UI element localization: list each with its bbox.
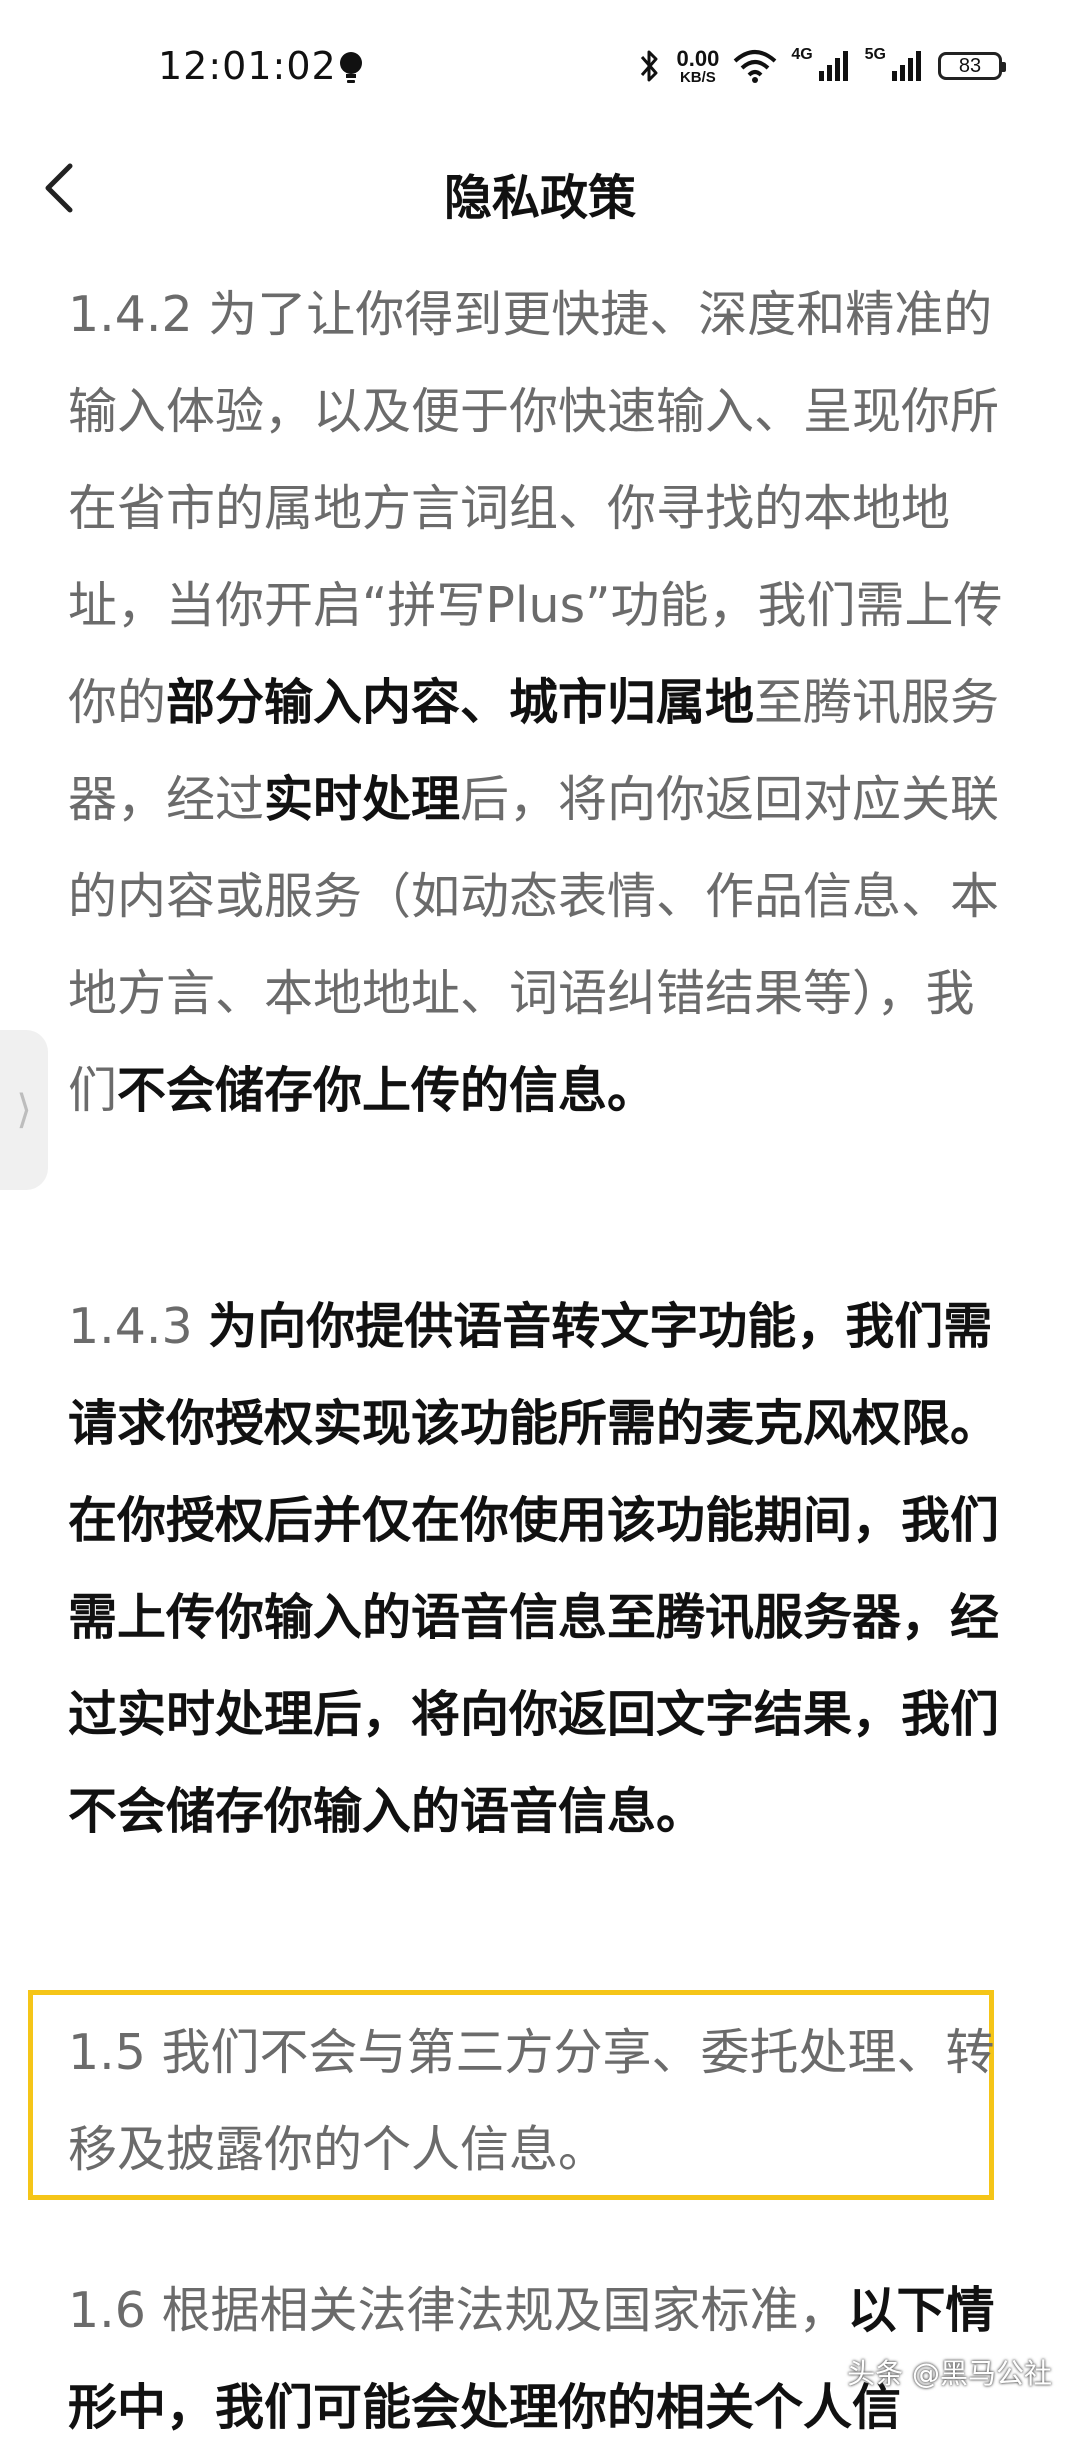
section-1-4-2-bold-b: 实时处理: [264, 771, 461, 828]
wifi-icon: [733, 50, 777, 83]
status-time: 12:01:02: [158, 44, 337, 88]
battery-indicator: 83: [938, 52, 1006, 80]
section-1-4-3-number: 1.4.3: [68, 1298, 209, 1355]
status-bar: 12:01:02 0.00 KB/S 4G 5G 83: [0, 0, 1080, 140]
sim2-network-label: 5G: [864, 46, 886, 63]
signal-sim2-icon: [892, 51, 921, 81]
battery-level: 83: [958, 54, 982, 77]
status-icons: 0.00 KB/S 4G 5G 83: [636, 44, 1006, 88]
side-drawer-handle[interactable]: ⟩: [0, 1030, 48, 1190]
sim1-network-label: 4G: [791, 46, 813, 63]
lightbulb-icon: [340, 52, 362, 83]
section-1-4-2-bold-a: 部分输入内容、城市归属地: [166, 674, 755, 731]
section-1-4-2: 1.4.2 为了让你得到更快捷、深度和精准的输入体验，以及便于你快速输入、呈现你…: [68, 266, 1008, 1139]
chevron-right-icon: ⟩: [16, 1087, 32, 1133]
section-1-4-2-text-end: 。: [607, 1062, 657, 1119]
signal-sim1-icon: [818, 51, 848, 81]
section-1-4-2-text-a: 1.4.2 为了让你得到更快捷、深度和精准的输入体验，以及便于你快速输入、呈现你…: [68, 286, 1003, 731]
section-1-6-text: 1.6 根据相关法律法规及国家标准，: [68, 2282, 848, 2339]
watermark: 头条 @黑马公社: [847, 2357, 1052, 2390]
section-1-4-3-bold: 为向你提供语音转文字功能，我们需请求你授权实现该功能所需的麦克风权限。在你授权后…: [68, 1298, 1000, 1840]
section-1-4-3: 1.4.3 为向你提供语音转文字功能，我们需请求你授权实现该功能所需的麦克风权限…: [68, 1278, 1008, 1860]
network-speed-unit: KB/S: [679, 68, 716, 86]
section-1-5: 1.5 我们不会与第三方分享、委托处理、转移及披露你的个人信息。: [68, 2004, 1008, 2198]
section-1-5-text: 1.5 我们不会与第三方分享、委托处理、转移及披露你的个人信息。: [68, 2024, 995, 2178]
network-speed-value: 0.00: [676, 45, 720, 71]
bluetooth-icon: [641, 50, 658, 82]
network-speed: 0.00 KB/S: [676, 45, 720, 86]
section-1-4-2-bold-c: 不会储存你上传的信息: [117, 1062, 608, 1119]
page-title: 隐私政策: [443, 170, 636, 226]
